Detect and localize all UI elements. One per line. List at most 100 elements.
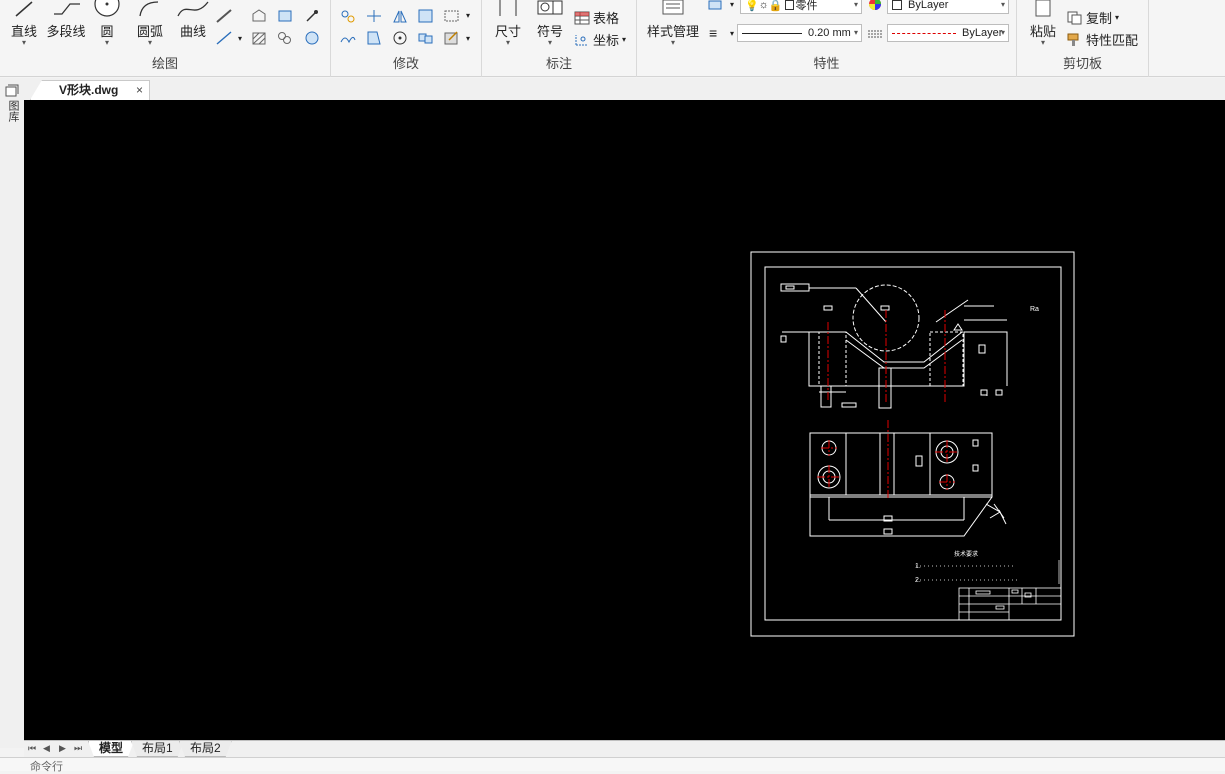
spline-icon [177, 1, 209, 17]
lineweight-value: 0.20 mm [808, 27, 851, 39]
symbol-button[interactable]: 符号 ▾ [532, 0, 568, 48]
scale-icon[interactable] [365, 30, 383, 46]
color-combo[interactable]: ByLayer ▾ [887, 0, 1009, 14]
lock-icon: 🔒 [768, 0, 783, 12]
coordinate-icon [575, 34, 588, 45]
lineweight-icon[interactable]: ≡ [709, 25, 717, 41]
linetype-combo[interactable]: ByLayer ▾ [887, 24, 1009, 42]
document-tab-name: V形块.dwg [59, 83, 119, 97]
chevron-down-icon: ▾ [622, 35, 627, 44]
explode-icon[interactable] [443, 30, 461, 46]
linetype-sample-icon [892, 32, 956, 34]
rectangle-icon[interactable] [276, 8, 294, 24]
color-swatch-icon [784, 0, 794, 10]
chevron-down-icon[interactable]: ▾ [466, 34, 470, 43]
chevron-down-icon: ▾ [21, 38, 26, 47]
table-button[interactable]: 表格 [574, 8, 619, 27]
drawing-canvas[interactable]: Ra 技术要求 1. 2. [24, 100, 1225, 740]
chevron-down-icon: ▾ [1000, 0, 1005, 9]
tab-layout1[interactable]: 布局1 [131, 741, 184, 757]
match-properties-label: 特性匹配 [1086, 33, 1139, 48]
drawing-sheet: Ra 技术要求 1. 2. [750, 251, 1075, 637]
rotate-icon[interactable] [391, 30, 409, 46]
annotate-panel: 尺寸 ▾ 符号 ▾ 表格 坐标 ▾ 标注 [482, 0, 637, 77]
polyline-icon [54, 3, 80, 15]
line-icon [15, 1, 33, 17]
sheet-inner-border [764, 266, 1062, 621]
array-icon[interactable] [417, 30, 435, 46]
paste-icon [1035, 0, 1051, 17]
stretch-icon[interactable] [443, 8, 461, 24]
boundary-icon[interactable] [276, 30, 294, 46]
chevron-down-icon: ▾ [147, 38, 152, 47]
region-icon[interactable] [250, 8, 268, 24]
circle-button[interactable]: 圆 ▾ [88, 0, 126, 48]
lineweight-sample-icon [742, 32, 802, 34]
copy-icon [1067, 11, 1082, 24]
chevron-down-icon: ▾ [1040, 38, 1045, 47]
copy-modify-icon[interactable] [339, 30, 357, 46]
tab-layout2[interactable]: 布局2 [179, 741, 232, 757]
paste-button[interactable]: 粘贴 ▾ [1025, 0, 1061, 48]
line-button[interactable]: 直线 ▾ [4, 0, 44, 48]
copy-button[interactable]: 复制 ▾ [1067, 8, 1119, 27]
sheet-outer-border [750, 251, 1075, 637]
note-number-1: 1. [915, 563, 921, 570]
construction-line-icon[interactable] [215, 8, 233, 24]
dimension-button[interactable]: 尺寸 ▾ [490, 0, 526, 48]
mirror-icon[interactable] [391, 8, 409, 24]
coordinate-label: 坐标 [593, 33, 620, 48]
annotate-panel-title: 标注 [545, 56, 572, 71]
chevron-down-icon[interactable]: ▾ [730, 29, 734, 38]
command-line-prompt: 命令行 [30, 761, 63, 773]
match-properties-button[interactable]: 特性匹配 [1067, 30, 1138, 49]
revision-cloud-icon[interactable] [303, 30, 321, 46]
table-label: 表格 [593, 11, 620, 26]
style-manager-button[interactable]: 样式管理 ▾ [641, 0, 705, 48]
layer-manager-icon[interactable] [707, 0, 725, 12]
lineweight-combo[interactable]: 0.20 mm ▾ [737, 24, 862, 42]
arc-icon [139, 1, 159, 17]
chevron-down-icon: ▾ [505, 38, 510, 47]
tab-model[interactable]: 模型 [88, 741, 134, 757]
curve-button[interactable]: 曲线 [172, 0, 214, 48]
ribbon: 直线 ▾ 多段线 圆 ▾ 圆弧 ▾ 曲线 ▾ 绘图 ▾ ▾ 修改 尺寸 ▾ 符号… [0, 0, 1225, 77]
command-line[interactable]: 命令行 [0, 757, 1225, 773]
circle-icon [94, 0, 120, 17]
clipboard-panel: 粘贴 ▾ 复制 ▾ 特性匹配 剪切板 [1017, 0, 1149, 77]
chevron-down-icon: ▾ [853, 0, 858, 9]
coordinate-button[interactable]: 坐标 ▾ [574, 30, 626, 49]
last-tab-icon[interactable]: ⏭ [74, 743, 82, 754]
properties-panel: 样式管理 ▾ ▾ 💡 ☼ 🔒 零件 ▾ ByLayer ▾ ≡ ▾ 0.20 m… [637, 0, 1017, 77]
linetype-icon[interactable] [867, 28, 883, 40]
color-wheel-icon[interactable] [867, 0, 883, 12]
ray-icon[interactable] [215, 30, 233, 46]
chevron-down-icon[interactable]: ▾ [238, 34, 242, 43]
chevron-down-icon[interactable]: ▾ [466, 11, 470, 20]
layer-name: 零件 [795, 0, 818, 12]
offset-icon[interactable] [417, 8, 435, 24]
trim-icon[interactable] [365, 8, 383, 24]
symbol-icon [537, 0, 563, 15]
document-tab[interactable]: V形块.dwg × [30, 80, 150, 100]
top-view [809, 432, 1007, 537]
arc-button[interactable]: 圆弧 ▾ [128, 0, 172, 48]
modify-panel-title: 修改 [392, 56, 419, 71]
layer-combo[interactable]: 💡 ☼ 🔒 零件 ▾ [740, 0, 862, 14]
polyline-button[interactable]: 多段线 [44, 0, 88, 48]
close-icon[interactable]: × [136, 81, 143, 100]
first-tab-icon[interactable]: ⏮ [28, 743, 36, 754]
table-icon [574, 11, 590, 24]
hatch-icon[interactable] [250, 30, 268, 46]
library-label[interactable]: 图库 [5, 100, 21, 122]
chevron-down-icon[interactable]: ▾ [730, 0, 734, 9]
library-icon[interactable] [4, 84, 20, 98]
polyline-label: 多段线 [46, 24, 86, 39]
roughness-note: Ra [1030, 306, 1039, 313]
move-icon[interactable] [339, 8, 357, 24]
point-icon[interactable] [303, 8, 321, 24]
previous-tab-icon[interactable]: ◀ [43, 743, 50, 754]
dimension-icon [499, 0, 517, 16]
draw-panel: 直线 ▾ 多段线 圆 ▾ 圆弧 ▾ 曲线 ▾ 绘图 [0, 0, 331, 77]
next-tab-icon[interactable]: ▶ [59, 743, 66, 754]
